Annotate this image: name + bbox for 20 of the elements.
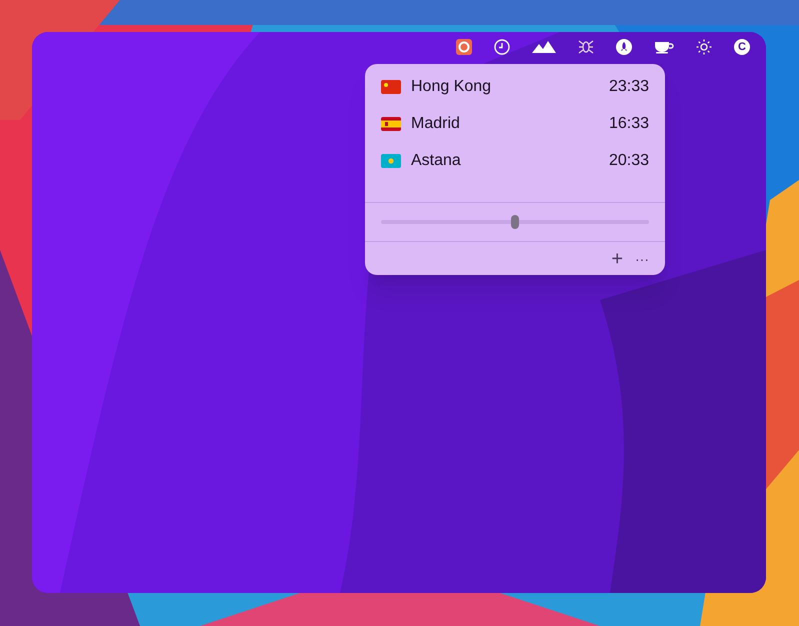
app-icon[interactable] (456, 39, 472, 55)
city-name: Astana (411, 151, 461, 171)
flag-icon (381, 80, 401, 94)
city-time: 16:33 (608, 114, 649, 134)
flag-icon (381, 117, 401, 131)
city-name: Madrid (411, 114, 460, 134)
clock-icon[interactable] (494, 39, 510, 55)
mountains-icon[interactable] (532, 41, 556, 53)
time-slider[interactable] (381, 215, 649, 229)
rocket-icon[interactable] (616, 39, 632, 55)
city-time: 23:33 (608, 77, 649, 97)
spider-icon[interactable] (578, 39, 594, 55)
city-time: 20:33 (608, 151, 649, 171)
flag-icon (381, 154, 401, 168)
add-button[interactable]: + (611, 248, 623, 268)
sun-icon[interactable] (696, 39, 712, 55)
slider-thumb[interactable] (511, 215, 519, 229)
cup-icon[interactable] (654, 40, 674, 54)
city-name: Hong Kong (411, 77, 492, 97)
more-button[interactable]: ··· (635, 252, 649, 266)
